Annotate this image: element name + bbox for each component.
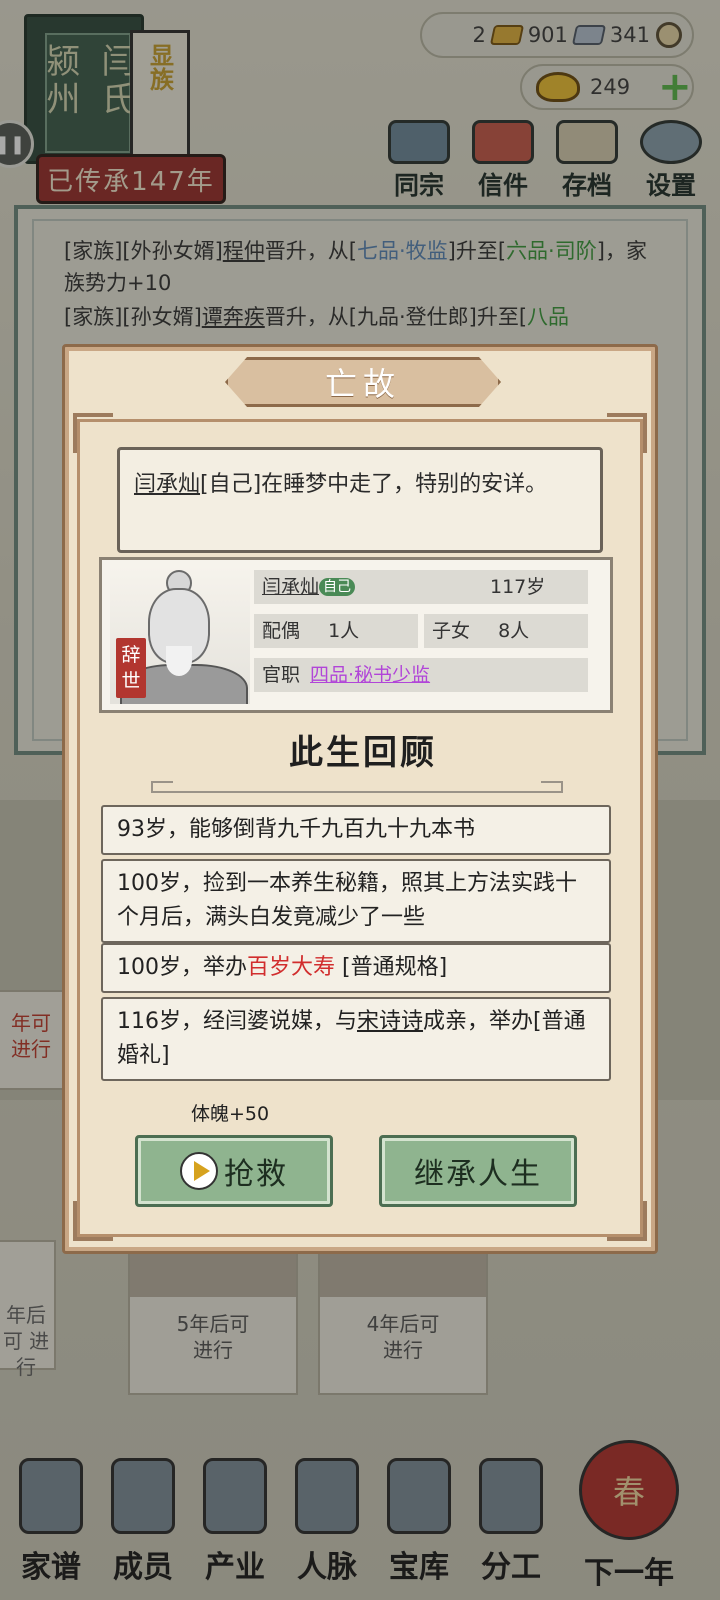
life-review-title: 此生回顾: [289, 733, 437, 773]
life-event: 116岁，经闫婆说媒，与宋诗诗成亲，举办[普通婚礼]: [101, 997, 611, 1081]
corner-ornament: [607, 413, 647, 453]
spouse-name-link[interactable]: 宋诗诗: [357, 1009, 423, 1034]
rescue-bonus: 体魄+50: [191, 1103, 270, 1125]
person-age: 117岁: [490, 576, 546, 598]
stat-office: 官职 四品·秘书少监: [254, 658, 588, 692]
death-message-text: [自己]在睡梦中走了，特别的安详。: [200, 472, 548, 497]
death-dialog: 亡故 闫承灿[自己]在睡梦中走了，特别的安详。 辞世 闫承灿 自己 117岁 配偶…: [62, 344, 658, 1254]
life-event-text: 116岁，经闫婆说媒，与: [117, 1009, 357, 1034]
rescue-button[interactable]: 抢救: [135, 1135, 333, 1207]
life-event: 100岁，捡到一本养生秘籍，照其上方法实践十个月后，满头白发竟减少了一些: [101, 859, 611, 943]
children-label: 子女: [432, 620, 471, 642]
life-event: 93岁，能够倒背九千九百九十九本书: [101, 805, 611, 855]
corner-ornament: [607, 1201, 647, 1241]
life-event-highlight: 百岁大寿: [247, 955, 336, 980]
office-rank-link[interactable]: 四品·秘书少监: [310, 664, 430, 686]
office-label: 官职: [262, 664, 301, 686]
spouse-count: 1人: [328, 620, 360, 642]
portrait-beard: [166, 646, 192, 676]
deceased-stamp: 辞世: [116, 638, 146, 698]
self-badge: 自己: [319, 578, 356, 596]
life-event-text: [普通规格]: [335, 955, 448, 980]
person-card: 辞世 闫承灿 自己 117岁 配偶 1人 子女 8人 官职 四品·秘书少监: [99, 557, 613, 713]
stat-children: 子女 8人: [424, 614, 588, 648]
life-event-text: 100岁，捡到一本养生秘籍，照其上方法实践十个月后，满头白发竟减少了一些: [117, 871, 577, 930]
stat-spouse: 配偶 1人: [254, 614, 418, 648]
portrait[interactable]: 辞世: [110, 566, 250, 704]
stat-name-row: 闫承灿 自己 117岁: [254, 570, 588, 604]
inherit-button[interactable]: 继承人生: [379, 1135, 577, 1207]
death-message: 闫承灿[自己]在睡梦中走了，特别的安详。: [117, 447, 603, 553]
life-event-text: 100岁，举办: [117, 955, 247, 980]
inherit-label: 继承人生: [414, 1157, 542, 1192]
deceased-name-link[interactable]: 闫承灿: [134, 472, 200, 497]
title-divider: [151, 779, 563, 793]
dialog-title: 亡故: [324, 365, 401, 403]
play-video-icon: [180, 1152, 218, 1190]
person-name[interactable]: 闫承灿: [262, 576, 319, 598]
corner-ornament: [73, 1201, 113, 1241]
corner-ornament: [73, 413, 113, 453]
spouse-label: 配偶: [262, 620, 301, 642]
rescue-label: 抢救: [224, 1157, 288, 1192]
life-event: 100岁，举办百岁大寿 [普通规格]: [101, 943, 611, 993]
life-event-text: 93岁，能够倒背九千九百九十九本书: [117, 817, 475, 842]
dialog-title-plate: 亡故: [225, 357, 501, 407]
children-count: 8人: [498, 620, 530, 642]
